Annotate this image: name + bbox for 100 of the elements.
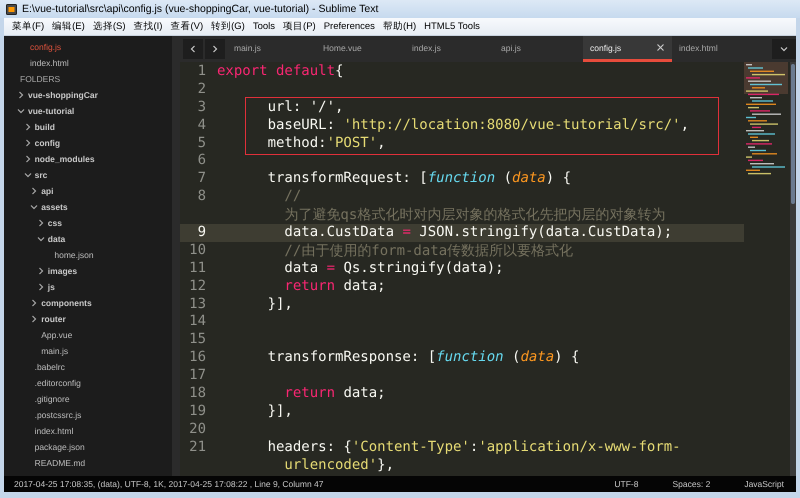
line-number: 10 (189, 242, 206, 258)
menu-item[interactable]: 转到(G) (207, 20, 249, 33)
file-tab[interactable]: index.js (405, 36, 494, 62)
folder-item[interactable]: assets (41, 202, 68, 212)
line-number: 21 (189, 438, 206, 455)
code-line: data = Qs.stringify(data); (283, 260, 504, 276)
code-line: // (283, 188, 302, 204)
code-line: }], (266, 296, 293, 312)
line-number: 11 (189, 260, 206, 276)
forward-button[interactable] (205, 39, 225, 59)
code-line: url: '/', (266, 98, 344, 115)
menu-item[interactable]: 项目(P) (279, 20, 320, 33)
open-file-item[interactable]: config.js (4, 42, 62, 52)
file-item[interactable]: .postcssrc.js (34, 410, 82, 420)
menu-item[interactable]: 帮助(H) (378, 20, 420, 33)
code-line: return data; (283, 385, 386, 402)
indentation-indicator[interactable]: Spaces: 2 (650, 479, 722, 489)
line-number: 15 (189, 331, 206, 348)
chevron-icon[interactable] (30, 299, 38, 307)
line-number: 5 (198, 134, 206, 151)
file-item[interactable]: README.md (34, 458, 86, 468)
file-item[interactable]: .editorconfig (34, 378, 81, 388)
chevron-icon[interactable] (17, 91, 25, 99)
folder-item[interactable]: vue-shoppingCar (28, 90, 98, 100)
line-number: 9 (198, 224, 206, 240)
chevron-icon[interactable] (30, 315, 38, 323)
chevron-icon[interactable] (24, 139, 32, 147)
folder-item[interactable]: vue-tutorial (28, 106, 74, 116)
chevron-icon (211, 45, 219, 53)
chevron-icon[interactable] (30, 187, 38, 195)
file-item[interactable]: .gitignore (34, 394, 70, 404)
menu-item[interactable]: Preferences (320, 21, 379, 32)
window-title: E:\vue-tutorial\src\api\config.js (vue-shoppingCar, vue-tutorial) - Sublime Text (22, 3, 378, 15)
folder-item[interactable]: router (41, 314, 66, 324)
code-line: urlencoded'}, (283, 456, 394, 473)
menu-item[interactable]: 编辑(E) (48, 20, 89, 33)
caret-icon (780, 45, 788, 53)
code-line: }], (266, 402, 293, 419)
code-line: export default{ (217, 63, 344, 79)
line-number: 3 (198, 98, 206, 115)
menu-item[interactable]: 选择(S) (88, 20, 130, 33)
line-number: 19 (189, 402, 206, 419)
file-item[interactable]: .babelrc (34, 362, 65, 372)
folders-header: FOLDERS (19, 74, 60, 84)
back-button[interactable] (183, 39, 203, 59)
code-line: headers: {'Content-Type':'application/x-www-form- (266, 438, 681, 455)
file-tab[interactable]: api.js (494, 36, 583, 62)
folder-item[interactable]: data (48, 234, 66, 244)
line-number: 16 (189, 349, 206, 366)
chevron-icon[interactable] (24, 171, 32, 179)
file-item[interactable]: App.vue (41, 330, 72, 340)
folder-item[interactable]: css (48, 218, 62, 228)
file-tab[interactable]: Home.vue (316, 36, 405, 62)
file-tab[interactable]: config.js (583, 36, 672, 62)
line-number: 18 (189, 385, 206, 402)
file-tab[interactable]: index.html (672, 36, 761, 62)
file-item[interactable]: index.html (34, 426, 74, 436)
file-item[interactable]: home.json (54, 250, 94, 260)
menu-item[interactable]: Tools (248, 21, 280, 32)
folder-item[interactable]: js (48, 282, 55, 292)
file-tab[interactable]: main.js (227, 36, 316, 62)
code-line: transformResponse: [function (data) { (266, 349, 580, 366)
folder-item[interactable]: api (41, 186, 54, 196)
menu-item[interactable]: HTML5 Tools (420, 21, 484, 32)
folder-item[interactable]: node_modules (34, 154, 95, 164)
chevron-icon[interactable] (30, 203, 38, 211)
menu-item[interactable]: 查找(I) (129, 20, 166, 33)
chevron-icon[interactable] (36, 219, 45, 227)
syntax-indicator[interactable]: JavaScript (722, 479, 796, 489)
code-line: //由于使用的form-data传数据所以要格式化 (283, 242, 574, 259)
chevron-icon (189, 45, 197, 53)
encoding-indicator[interactable]: UTF-8 (592, 479, 650, 489)
scrollbar-thumb[interactable] (791, 64, 795, 204)
folder-item[interactable]: config (34, 138, 60, 148)
chevron-icon[interactable] (24, 123, 32, 131)
line-number: 1 (198, 63, 206, 79)
open-file-item[interactable]: index.html (4, 58, 69, 68)
file-item[interactable]: main.js (41, 346, 68, 356)
chevron-icon[interactable] (36, 235, 45, 243)
folder-item[interactable]: components (41, 298, 92, 308)
line-number: 13 (189, 296, 206, 312)
code-line: return data; (283, 278, 386, 294)
file-item[interactable]: package.json (34, 442, 85, 452)
close-icon[interactable] (657, 44, 664, 51)
folder-item[interactable]: images (48, 266, 78, 276)
line-number: 17 (189, 367, 206, 384)
line-number: 20 (189, 420, 206, 437)
app-icon (6, 4, 17, 14)
line-number: 8 (198, 188, 206, 204)
code-line: data.CustData = JSON.stringify(data.CustData); (283, 224, 672, 240)
code-line: 为了避免qs格式化时对内层对象的格式化先把内层的对象转为 (283, 207, 666, 224)
folder-item[interactable]: src (34, 170, 48, 180)
chevron-icon[interactable] (24, 155, 32, 163)
menu-item[interactable]: 查看(V) (166, 20, 208, 33)
chevron-icon[interactable] (36, 283, 45, 291)
line-number: 14 (189, 313, 206, 330)
chevron-icon[interactable] (17, 107, 25, 115)
menu-item[interactable]: 菜单(F) (8, 20, 48, 33)
chevron-icon[interactable] (36, 267, 45, 275)
folder-item[interactable]: build (34, 122, 55, 132)
